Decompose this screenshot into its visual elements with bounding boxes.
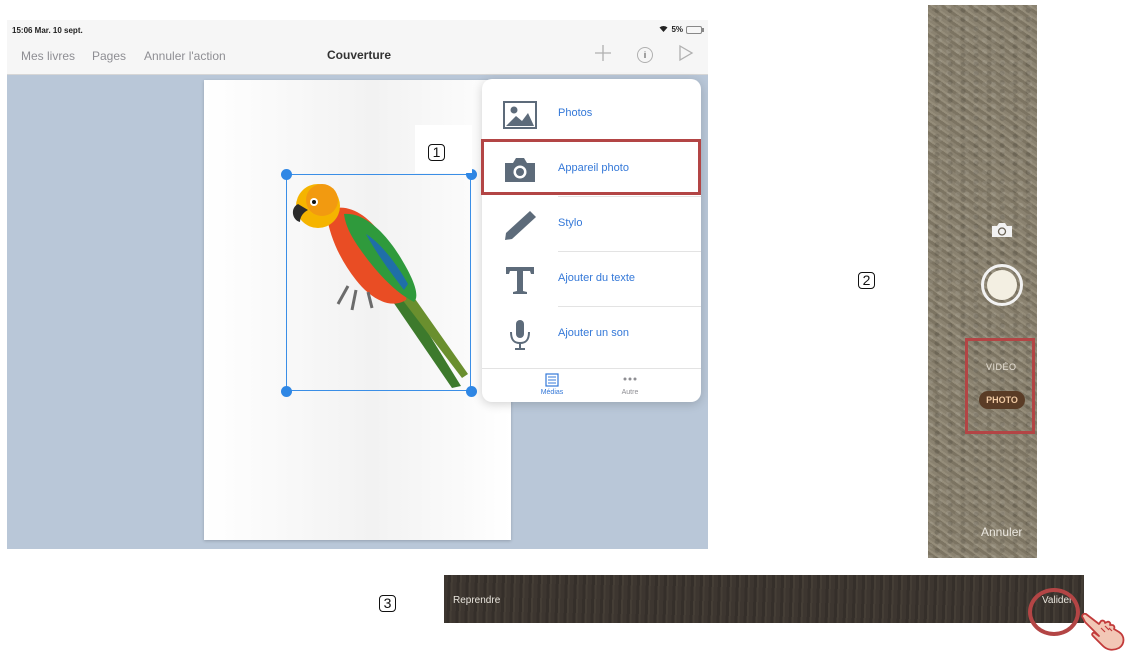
validate-highlight-circle — [1028, 588, 1080, 636]
info-icon[interactable]: i — [637, 47, 653, 63]
menu-item-sound[interactable]: Ajouter un son — [482, 307, 701, 362]
pages-link[interactable]: Pages — [92, 49, 126, 63]
list-icon — [545, 373, 559, 387]
play-icon[interactable] — [678, 44, 694, 66]
tab-label: Autre — [621, 389, 639, 396]
pointing-hand-icon — [1079, 612, 1129, 652]
retake-button[interactable]: Reprendre — [453, 595, 500, 606]
step-marker-2: 2 — [858, 272, 875, 289]
tab-label: Médias — [540, 389, 564, 396]
cancel-button[interactable]: Annuler — [981, 525, 1022, 539]
battery-icon — [686, 25, 704, 34]
plus-icon[interactable] — [594, 44, 612, 66]
page-title: Couverture — [327, 48, 392, 62]
review-bar: Reprendre Valider — [444, 575, 1084, 623]
selection-frame[interactable] — [286, 174, 471, 391]
menu-item-pen[interactable]: Stylo — [482, 197, 701, 252]
camera-highlight-box — [481, 139, 701, 195]
tab-other[interactable]: Autre — [600, 373, 660, 396]
menu-item-photos[interactable]: Photos — [482, 87, 701, 142]
wifi-icon — [659, 25, 668, 34]
camera-view: VIDÉO PHOTO Annuler — [928, 5, 1037, 558]
my-books-link[interactable]: Mes livres — [21, 49, 75, 63]
menu-item-text[interactable]: Ajouter du texte — [482, 252, 701, 307]
mode-highlight-box — [965, 338, 1035, 434]
battery-percent: 5% — [671, 25, 683, 34]
ipad-screen: 15:06 Mar. 10 sept. 5% Mes livres Pages … — [7, 20, 708, 549]
text-icon — [502, 264, 538, 296]
camera-flip-icon[interactable] — [990, 222, 1014, 238]
shutter-button[interactable] — [981, 264, 1023, 306]
photos-icon — [502, 99, 538, 131]
menu-item-label: Ajouter un son — [558, 327, 629, 339]
resize-handle-top-left[interactable] — [281, 169, 292, 180]
step-marker-1: 1 — [428, 144, 445, 161]
menu-item-label: Photos — [558, 107, 593, 119]
microphone-icon — [502, 319, 538, 351]
menu-item-label: Stylo — [558, 217, 583, 229]
nav-bar: Mes livres Pages Annuler l'action Couver… — [7, 38, 708, 75]
tab-media[interactable]: Médias — [522, 373, 582, 396]
menu-item-label: Ajouter du texte — [558, 272, 636, 284]
resize-handle-bottom-left[interactable] — [281, 386, 292, 397]
step-marker-3: 3 — [379, 595, 396, 612]
undo-link[interactable]: Annuler l'action — [144, 49, 226, 63]
status-bar: 15:06 Mar. 10 sept. 5% — [7, 20, 708, 38]
status-time: 15:06 Mar. 10 sept. — [12, 26, 83, 35]
resize-handle-bottom-right[interactable] — [466, 386, 477, 397]
pen-icon — [502, 209, 538, 241]
media-popover: Photos Appareil photo Stylo Ajouter du t… — [482, 79, 701, 402]
popover-tabs: Médias Autre — [482, 368, 701, 402]
more-icon — [623, 377, 637, 381]
status-right: 5% — [659, 25, 704, 34]
